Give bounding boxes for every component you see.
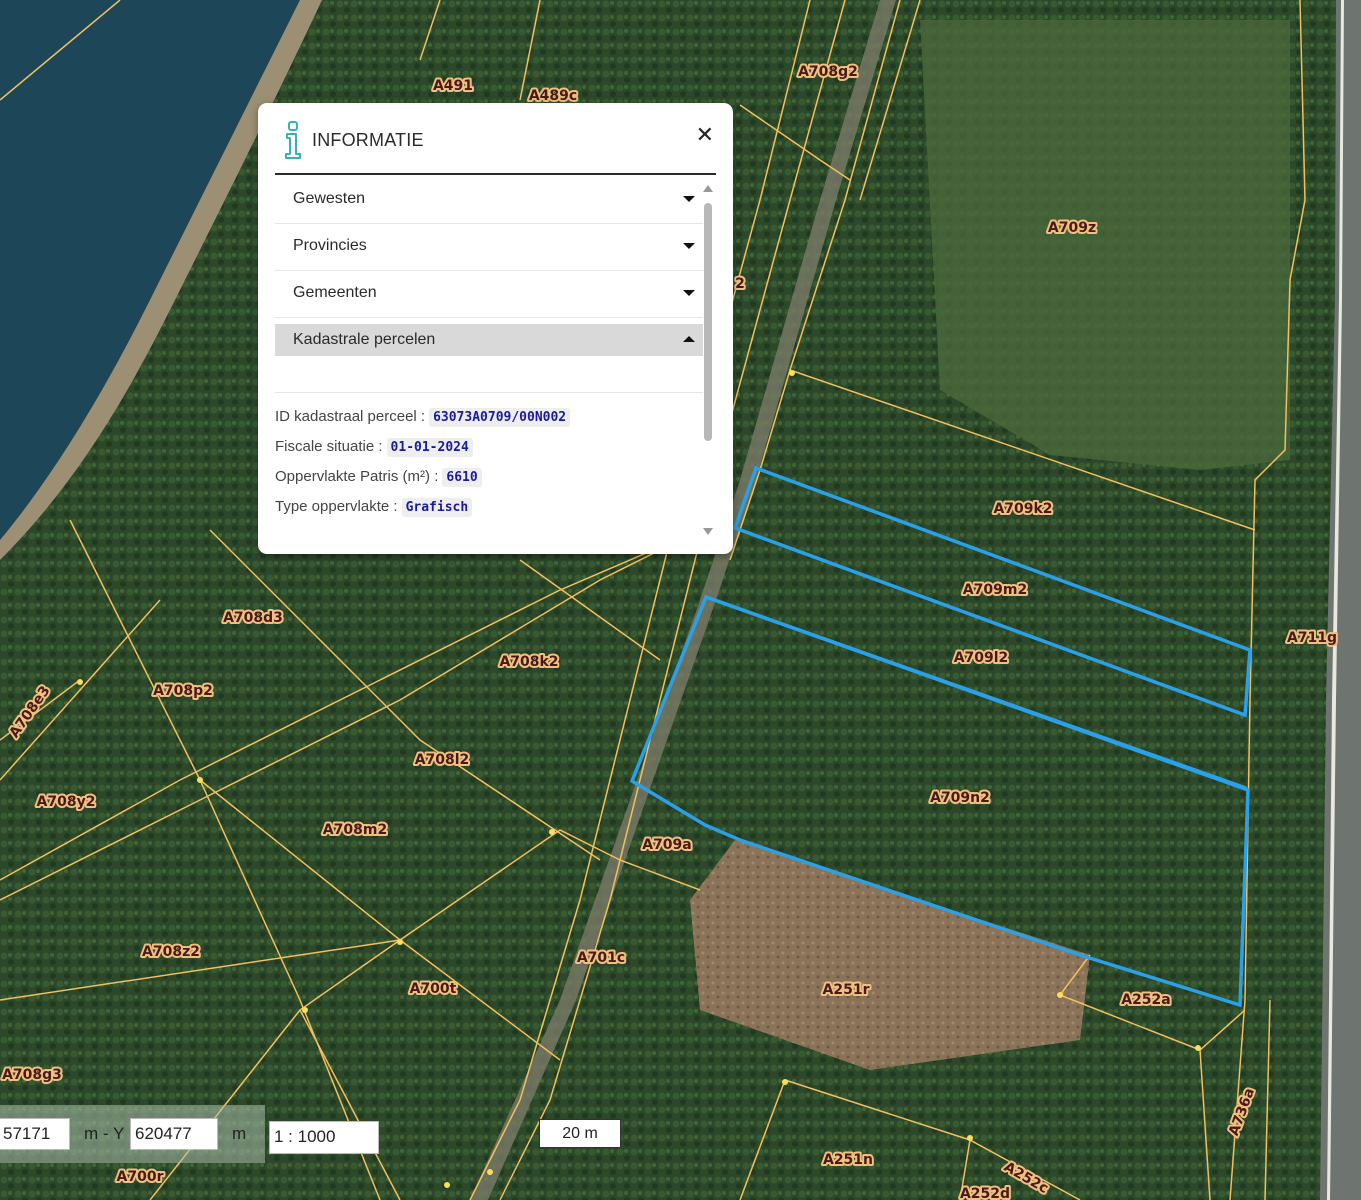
scroll-down-icon[interactable] (703, 528, 713, 535)
detail-id: ID kadastraal perceel :63073A0709/00N002 (275, 401, 703, 431)
parcel-label: A251n (823, 1152, 873, 1168)
detail-label: Oppervlakte Patris (m²) : (275, 468, 439, 485)
section-gemeenten[interactable]: Gemeenten (275, 271, 703, 318)
detail-area: Oppervlakte Patris (m²) :6610 (275, 461, 703, 491)
parcel-label: A708l2 (415, 752, 470, 768)
section-label: Gewesten (293, 190, 366, 207)
parcel-label: A251r (823, 982, 870, 998)
parcel-label: A708y2 (37, 794, 96, 810)
parcel-label: A701c (577, 950, 625, 966)
scroll-thumb[interactable] (704, 203, 712, 441)
parcel-label: A709l2 (954, 650, 1009, 666)
parcel-label: A709m2 (963, 582, 1027, 598)
parcel-label: A709z (1048, 220, 1096, 236)
detail-value: Grafisch (401, 498, 473, 517)
parcel-label: A700t (410, 981, 457, 997)
parcel-label: A709k2 (993, 501, 1052, 517)
chevron-up-icon (683, 336, 695, 342)
parcel-label: A708g3 (2, 1067, 62, 1083)
popup-scrollbar[interactable] (703, 185, 713, 535)
detail-value: 63073A0709/00N002 (429, 408, 571, 427)
info-icon (285, 121, 301, 159)
close-icon[interactable]: ✕ (696, 125, 714, 147)
parcel-label: A708m2 (323, 822, 387, 838)
scroll-up-icon[interactable] (703, 185, 713, 192)
section-label: Provincies (293, 237, 367, 254)
popup-header: INFORMATIE ✕ (275, 119, 716, 175)
coordinate-unit: m (232, 1124, 247, 1143)
parcel-label: A709a (642, 837, 692, 853)
scale-bar: 20 m (539, 1119, 621, 1148)
detail-fiscal: Fiscale situatie :01-01-2024 (275, 431, 703, 461)
section-divider (275, 356, 703, 393)
parcel-label: A491 (433, 78, 473, 94)
chevron-down-icon (683, 243, 695, 249)
detail-value: 6610 (442, 468, 482, 487)
section-label: Kadastrale percelen (293, 331, 436, 348)
parcel-label: A252a (1121, 992, 1171, 1008)
parcel-label: A708z2 (142, 944, 200, 960)
detail-type: Type oppervlakte : Grafisch (275, 491, 703, 521)
parcel-label: A709n2 (930, 790, 990, 806)
parcel-label: A252d (960, 1186, 1010, 1200)
section-provincies[interactable]: Provincies (275, 224, 703, 271)
parcel-label: A489c (529, 88, 577, 104)
chevron-down-icon (683, 290, 695, 296)
parcel-label: A708p2 (153, 683, 213, 699)
y-coordinate-field[interactable]: 620477 (130, 1118, 218, 1150)
detail-label: Type oppervlakte : (275, 498, 398, 515)
parcel-label: A708k2 (499, 654, 558, 670)
parcel-label: A708g2 (798, 64, 858, 80)
info-popup: INFORMATIE ✕ Gewesten Provincies Gemeent… (258, 103, 733, 554)
section-gewesten[interactable]: Gewesten (275, 177, 703, 224)
popup-title: INFORMATIE (312, 130, 424, 150)
grass-area (920, 20, 1290, 470)
section-kadastrale-percelen[interactable]: Kadastrale percelen (275, 324, 703, 356)
scale-field[interactable]: 1 : 1000 (269, 1121, 379, 1154)
parcel-label: A711g (1287, 630, 1337, 646)
popup-body: Gewesten Provincies Gemeenten Kadastrale… (275, 177, 703, 537)
section-label: Gemeenten (293, 284, 377, 301)
coordinate-separator: m - Y (84, 1124, 125, 1143)
parcel-label: 2 (735, 276, 745, 292)
detail-label: ID kadastraal perceel : (275, 408, 426, 425)
parcel-label: A708d3 (223, 610, 283, 626)
x-coordinate-field[interactable]: 57171 (0, 1118, 70, 1150)
detail-label: Fiscale situatie : (275, 438, 383, 455)
parcel-label: A700r (117, 1169, 164, 1185)
detail-value: 01-01-2024 (386, 438, 473, 457)
chevron-down-icon (683, 196, 695, 202)
